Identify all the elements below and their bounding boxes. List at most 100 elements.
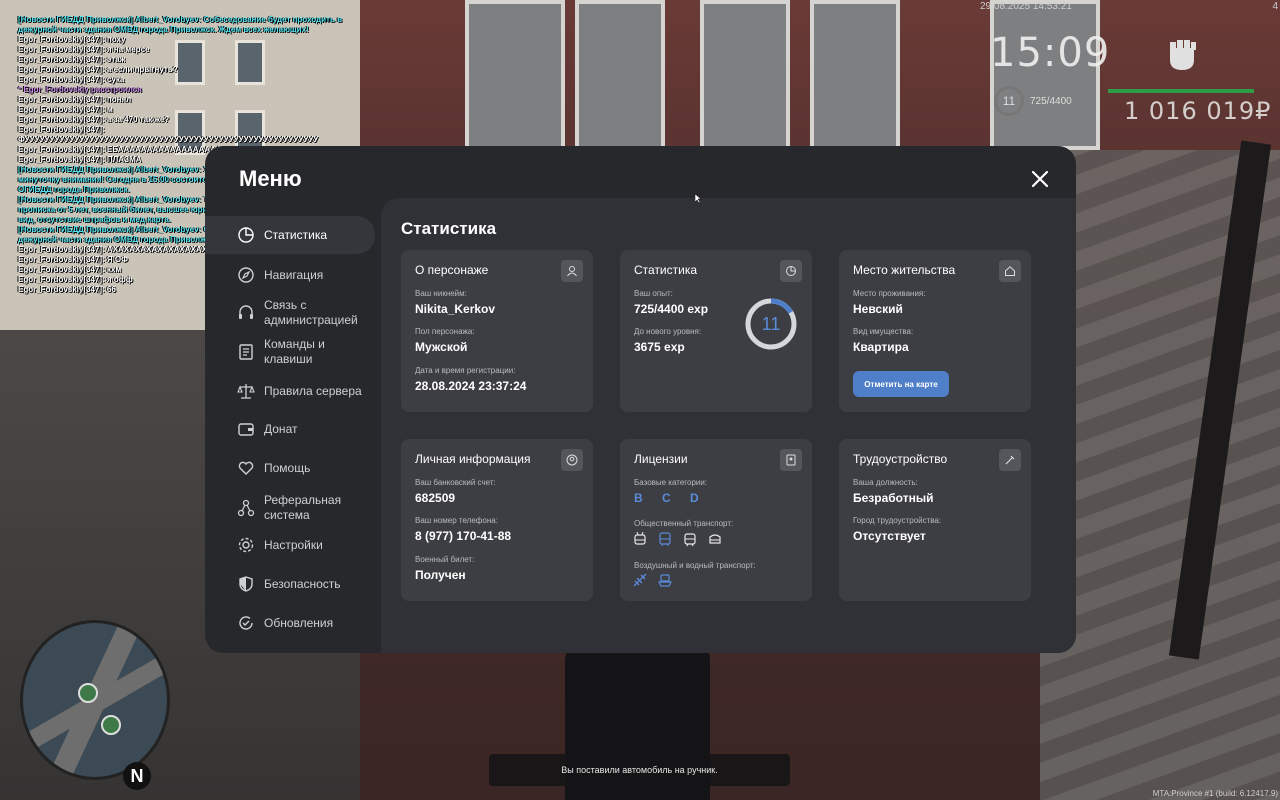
base-categories-label: Базовые категории: [634, 478, 708, 487]
card-persona: О персонаже Ваш никнейм: Nikita_Kerkov П… [401, 250, 593, 412]
card-title: Статистика [634, 263, 698, 277]
job-city-label: Город трудоустройства: [853, 516, 942, 525]
hud-clock: 15:09 [990, 30, 1111, 76]
compass-icon [238, 267, 254, 283]
public-transport-label: Общественный транспорт: [634, 519, 734, 528]
sidebar-item-label: Навигация [264, 267, 324, 282]
sidebar-item-navigation[interactable]: Навигация [205, 256, 375, 294]
minimap[interactable] [20, 620, 170, 780]
card-title: О персонаже [415, 263, 489, 277]
network-icon [237, 499, 255, 517]
card-residence: Место жительства Место проживания: Невск… [839, 250, 1031, 412]
bank-value: 682509 [415, 491, 456, 505]
job-city-value: Отсутствует [853, 529, 926, 543]
sidebar-item-label: Связь с администрацией [264, 298, 358, 327]
chat-message: Egor_Fordovskiy[347]: понял [18, 95, 132, 104]
tools-icon [999, 449, 1021, 471]
mark-on-map-button[interactable]: Отметить на карте [853, 371, 949, 397]
exp-value: 725/4400 exp [634, 302, 709, 316]
chat-message: Egor_Fordovskiy[347]: м [18, 105, 113, 114]
document-icon [239, 344, 253, 360]
user-icon [561, 260, 583, 282]
chat-message: Egor_Fordovskiy[347]: а за 470 так же? [18, 115, 170, 124]
main-menu: Меню Статистика Навигация Связь с админи… [205, 146, 1076, 653]
card-title: Трудоустройство [853, 452, 948, 466]
sidebar-item-label: Настройки [264, 537, 323, 552]
next-level-value: 3675 exp [634, 340, 685, 354]
sidebar-item-admin-contact[interactable]: Связь с администрацией [205, 294, 375, 332]
pie-chart-icon [780, 260, 802, 282]
window [465, 0, 565, 150]
pie-chart-icon [238, 227, 254, 243]
nickname-value: Nikita_Kerkov [415, 302, 496, 316]
statistics-content: Статистика О персонаже Ваш никнейм: Niki… [381, 198, 1076, 653]
chat-message: Egor_Fordovskiy[347]: поху [18, 35, 126, 44]
registration-value: 28.08.2024 23:37:24 [415, 379, 527, 393]
trolleybus-icon [634, 531, 646, 545]
sidebar-item-label: Команды и клавиши [264, 337, 325, 366]
sidebar-item-commands[interactable]: Команды и клавиши [205, 333, 375, 371]
sidebar-item-security[interactable]: Безопасность [205, 565, 375, 603]
health-bar [1108, 89, 1254, 93]
card-licenses: Лицензии Базовые категории: B C D Общест… [620, 439, 812, 601]
card-title: Лицензии [634, 452, 688, 466]
public-transport-icons [632, 531, 723, 547]
hud-exp: 725/4400 [1030, 96, 1072, 107]
wallet-icon [238, 423, 254, 436]
fist-icon [1170, 40, 1196, 70]
minibus-icon [709, 534, 721, 544]
sidebar-item-rules[interactable]: Правила сервера [205, 372, 375, 410]
bus-icon [659, 532, 671, 546]
chat-message: Egor_Fordovskiy[347]: я на мерсе [18, 45, 150, 54]
window [700, 0, 790, 150]
sidebar-item-label: Помощь [264, 460, 311, 475]
air-water-transport-label: Воздушный и водный транспорт: [634, 561, 756, 570]
card-employment: Трудоустройство Ваша должность: Безработ… [839, 439, 1031, 601]
close-icon[interactable] [1027, 166, 1053, 192]
id-card-icon [780, 449, 802, 471]
military-label: Военный билет: [415, 555, 475, 564]
chat-message: Egor_Fordovskiy[347]: сука [18, 75, 125, 84]
hud-corner-value: 4 [1272, 1, 1278, 12]
refresh-icon [239, 616, 253, 630]
property-label: Вид имущества: [853, 327, 914, 336]
sidebar-item-updates[interactable]: Обновления [205, 604, 375, 642]
north-indicator: N [123, 762, 151, 790]
air-water-transport-icons [632, 572, 673, 588]
level-value: 11 [761, 314, 781, 334]
residence-value: Невский [853, 302, 903, 316]
sidebar-item-statistics[interactable]: Статистика [205, 216, 375, 254]
tram-icon [684, 533, 696, 547]
heart-hand-icon [238, 461, 254, 475]
sidebar-item-help[interactable]: Помощь [205, 449, 375, 487]
notification-toast: Вы поставили автомобиль на ручник. [489, 754, 790, 786]
card-title: Место жительства [853, 263, 956, 277]
shield-icon [239, 576, 253, 592]
sidebar-item-label: Донат [264, 421, 298, 436]
military-value: Получен [415, 568, 466, 582]
user-circle-icon [561, 449, 583, 471]
card-title: Личная информация [415, 452, 531, 466]
hud-level: 11 [994, 86, 1024, 116]
gear-icon [238, 537, 254, 553]
chat-message: Egor_Fordovskiy[347]: ФУУУУУУУУУУУУУУУУУ… [18, 125, 319, 144]
sidebar-item-label: Статистика [264, 227, 328, 242]
sidebar-item-label: Обновления [264, 615, 334, 630]
sidebar-item-settings[interactable]: Настройки [205, 526, 375, 564]
sidebar-item-label: Правила сервера [264, 383, 362, 398]
mouse-cursor-icon [695, 194, 701, 203]
nickname-label: Ваш никнейм: [415, 289, 467, 298]
chat-message: * Egor_Fordovskiy расстроился [18, 85, 142, 94]
chat-message: Egor_Fordovskiy[347]: этаж [18, 55, 126, 64]
registration-label: Дата и время регистрации: [415, 366, 516, 375]
card-stats: Статистика Ваш опыт: 725/4400 exp До нов… [620, 250, 812, 412]
boat-icon [658, 574, 672, 587]
content-title: Статистика [401, 219, 497, 238]
sidebar-item-referral[interactable]: Реферальная система [205, 488, 375, 528]
phone-label: Ваш номер телефона: [415, 516, 498, 525]
sidebar-item-donate[interactable]: Донат [205, 410, 375, 448]
hud-money: 1 016 019₽ [1124, 97, 1272, 125]
window [810, 0, 900, 150]
bank-label: Ваш банковский счет: [415, 478, 496, 487]
chat-message: [Новости ГИБДД Приволжск] Albert_Vorobye… [18, 15, 345, 34]
